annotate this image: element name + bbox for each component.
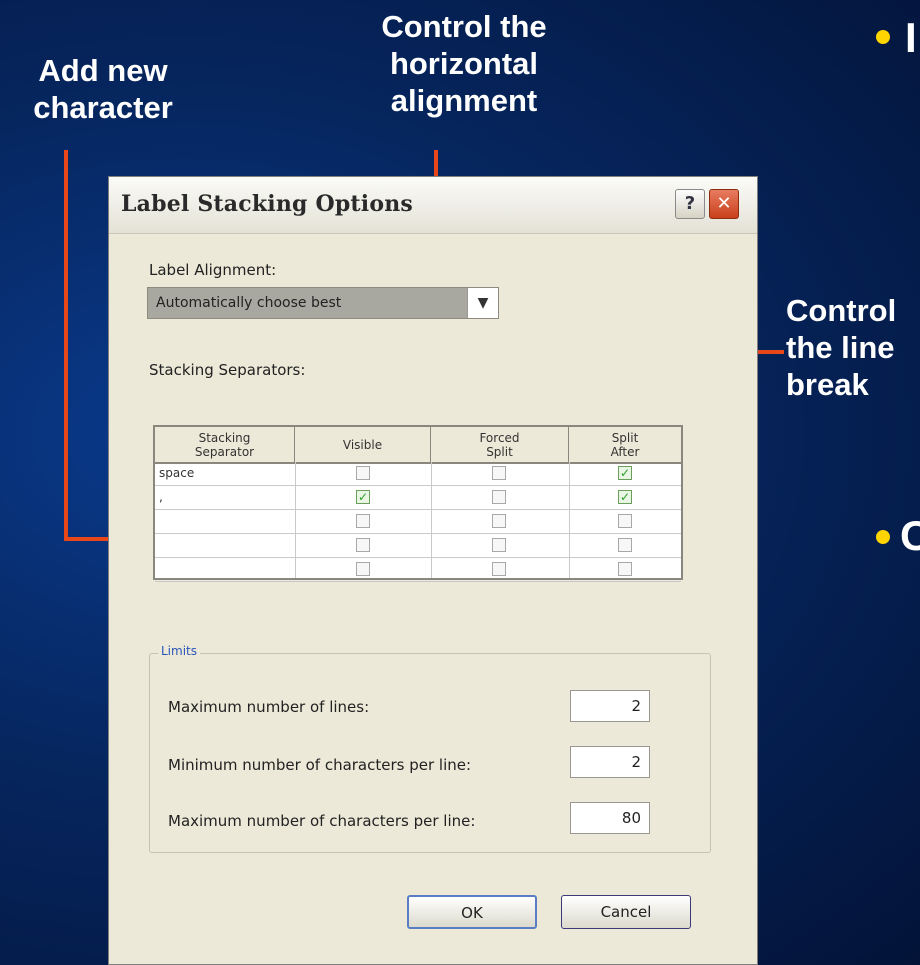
cancel-button[interactable]: Cancel [561, 895, 691, 929]
label-alignment-dropdown[interactable]: Automatically choose best ▼ [147, 287, 499, 319]
callout-line: character [33, 90, 173, 125]
slide-bullet-icon [876, 530, 890, 544]
callout-line: break [786, 367, 869, 402]
arrow-line-add-character [64, 150, 68, 540]
max-chars-label: Maximum number of characters per line: [168, 812, 476, 830]
separator-row[interactable] [155, 534, 681, 558]
slide-bullet-text-fragment: C [900, 512, 920, 559]
title-bar: Label Stacking Options ? ✕ [109, 177, 757, 234]
visible-checkbox[interactable]: ✓ [356, 490, 370, 504]
stacking-separators-label: Stacking Separators: [149, 361, 306, 379]
callout-line: Control [786, 293, 897, 328]
split-after-checkbox[interactable] [618, 514, 632, 528]
callout-add-character: Add new character [18, 52, 188, 126]
close-button[interactable]: ✕ [709, 189, 739, 219]
forced-split-checkbox[interactable] [492, 562, 506, 576]
slide-bullet-icon [876, 30, 890, 44]
visible-checkbox[interactable] [356, 466, 370, 480]
grid-column-divider [431, 462, 432, 578]
forced-split-checkbox[interactable] [492, 538, 506, 552]
grid-column-divider [569, 462, 570, 578]
limits-group: Limits Maximum number of lines: 2 Minimu… [149, 644, 711, 853]
forced-split-checkbox[interactable] [492, 466, 506, 480]
separator-row[interactable]: space ✓ [155, 462, 681, 486]
ok-button[interactable]: OK [407, 895, 537, 929]
callout-line: Add new [38, 53, 168, 88]
grid-header: Stacking Separator Visible Forced Split Sp… [155, 427, 681, 464]
visible-checkbox[interactable] [356, 562, 370, 576]
forced-split-checkbox[interactable] [492, 514, 506, 528]
dialog-title: Label Stacking Options [121, 191, 413, 217]
chevron-down-icon[interactable]: ▼ [467, 288, 498, 318]
header-line: Stacking [198, 430, 251, 445]
split-after-checkbox[interactable]: ✓ [618, 466, 632, 480]
label-alignment-label: Label Alignment: [149, 261, 277, 279]
callout-line: Control the [381, 9, 547, 44]
column-header-forced-split: Forced Split [431, 427, 569, 462]
max-lines-label: Maximum number of lines: [168, 698, 370, 716]
column-header-stacking-separator: Stacking Separator [155, 427, 295, 462]
header-line: Split [486, 444, 513, 459]
header-line: Visible [342, 437, 383, 452]
separator-value[interactable]: space [159, 466, 194, 480]
callout-line-break: Control the line break [786, 292, 920, 403]
label-stacking-options-dialog: Label Stacking Options ? ✕ Label Alignme… [108, 176, 758, 965]
split-after-checkbox[interactable] [618, 538, 632, 552]
header-line: Forced [479, 430, 520, 445]
visible-checkbox[interactable] [356, 538, 370, 552]
callout-line: alignment [390, 83, 538, 118]
label-alignment-value: Automatically choose best [156, 295, 342, 311]
split-after-checkbox[interactable] [618, 562, 632, 576]
callout-line: the line [786, 330, 895, 365]
split-after-checkbox[interactable]: ✓ [618, 490, 632, 504]
grid-column-divider [295, 462, 296, 578]
separator-row[interactable] [155, 558, 681, 582]
separator-row[interactable] [155, 510, 681, 534]
slide-bullet-text-fragment: I [905, 14, 917, 61]
min-chars-label: Minimum number of characters per line: [168, 756, 472, 774]
max-chars-input[interactable]: 80 [570, 802, 650, 834]
limits-legend: Limits [158, 644, 200, 658]
help-button[interactable]: ? [675, 189, 705, 219]
header-line: Split [611, 430, 639, 445]
max-lines-input[interactable]: 2 [570, 690, 650, 722]
header-line: After [610, 444, 640, 459]
callout-line: horizontal [389, 46, 539, 81]
separator-value[interactable]: , [159, 490, 163, 504]
visible-checkbox[interactable] [356, 514, 370, 528]
separator-row[interactable]: , ✓ ✓ [155, 486, 681, 510]
min-chars-input[interactable]: 2 [570, 746, 650, 778]
column-header-split-after: Split After [569, 427, 681, 462]
stacking-separators-grid: Stacking Separator Visible Forced Split Sp… [153, 425, 683, 582]
callout-horizontal-alignment: Control the horizontal alignment [354, 8, 574, 119]
forced-split-checkbox[interactable] [492, 490, 506, 504]
column-header-visible: Visible [295, 427, 431, 462]
header-line: Separator [194, 444, 255, 459]
